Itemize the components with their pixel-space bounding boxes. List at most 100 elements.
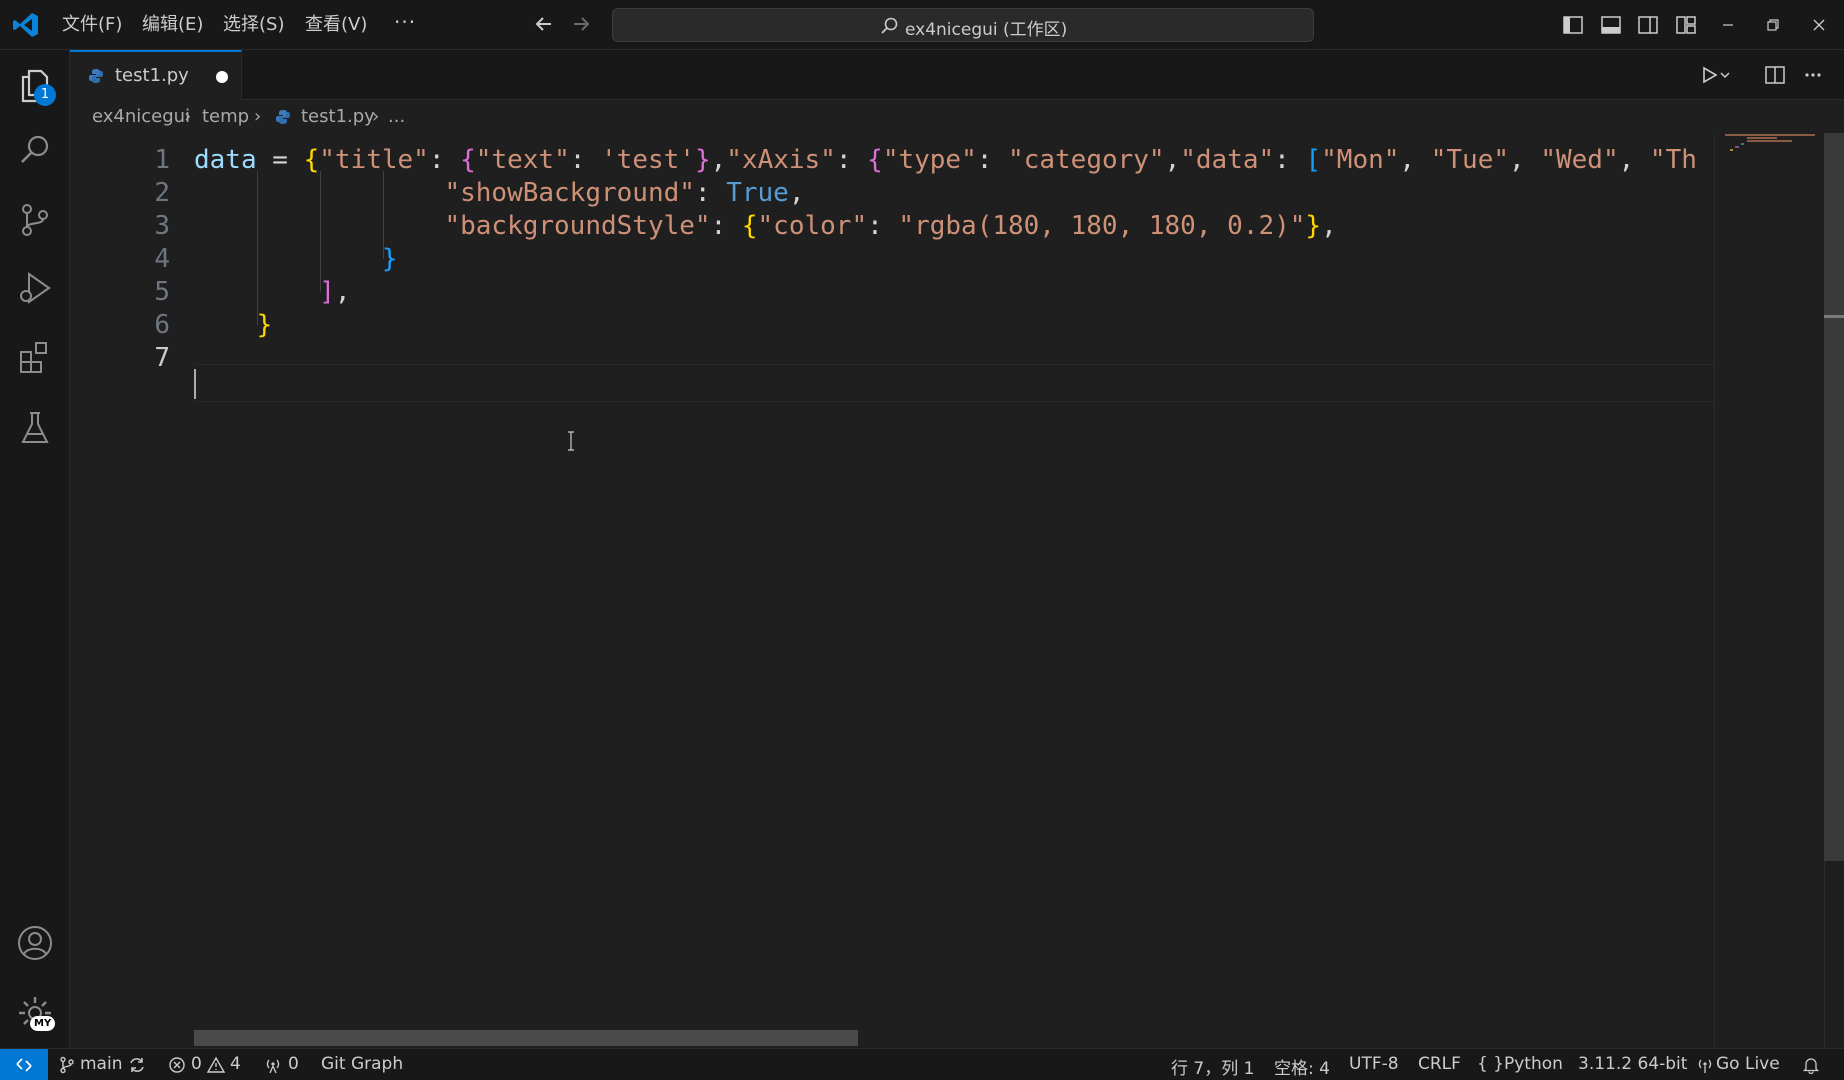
command-center-search[interactable]: ex4nicegui (工作区): [612, 8, 1314, 42]
code-token: :: [428, 145, 461, 175]
python-interpreter[interactable]: 3.11.2 64-bit: [1578, 1054, 1687, 1074]
toggle-secondary-sidebar-icon[interactable]: [1637, 14, 1659, 36]
code-token: 'test': [601, 145, 695, 175]
search-icon[interactable]: [15, 130, 55, 170]
code-editor[interactable]: 1234567 data = {"title": {"text": 'test'…: [70, 133, 1714, 1048]
close-icon[interactable]: [1808, 14, 1830, 36]
remote-indicator-button[interactable]: [0, 1049, 48, 1080]
code-token: "color": [757, 211, 868, 241]
code-token: :: [694, 178, 727, 208]
vertical-scrollbar-thumb[interactable]: [1824, 133, 1844, 861]
breadcrumb-file[interactable]: test1.py: [301, 106, 375, 127]
code-token: "data": [1180, 145, 1275, 175]
line-number: 3: [154, 211, 170, 241]
code-token: "title": [319, 145, 429, 175]
code-token: :: [710, 211, 742, 241]
run-and-debug-icon[interactable]: [15, 268, 55, 308]
extensions-icon[interactable]: [15, 338, 55, 378]
split-editor-icon[interactable]: [1764, 64, 1786, 86]
source-control-icon[interactable]: [15, 200, 55, 240]
encoding-status[interactable]: UTF-8: [1349, 1054, 1399, 1074]
more-actions-icon[interactable]: [1802, 64, 1824, 86]
language-mode[interactable]: Python: [1504, 1054, 1563, 1074]
menu-more-button[interactable]: ···: [394, 10, 416, 34]
code-token: "rgba(180, 180, 180, 0.2)": [898, 211, 1306, 241]
cursor-position[interactable]: 行 7，列 1: [1171, 1054, 1254, 1079]
scrollbar-cursor-marker: [1824, 315, 1844, 318]
code-token: :: [976, 145, 1009, 175]
menu-selection[interactable]: 选择(S): [223, 13, 284, 37]
code-line: ],: [194, 277, 351, 307]
code-token: "Tue": [1430, 145, 1510, 175]
breadcrumb-folder-temp[interactable]: temp: [202, 106, 249, 127]
tab-label: test1.py: [115, 65, 189, 86]
menu-file[interactable]: 文件(F): [62, 13, 122, 37]
line-number: 4: [154, 244, 170, 274]
code-token: }: [381, 244, 398, 274]
code-token: True: [726, 178, 789, 208]
git-branch-status[interactable]: main: [80, 1054, 122, 1074]
code-token: }: [256, 310, 273, 340]
current-line-highlight: [194, 364, 1714, 402]
toggle-primary-sidebar-icon[interactable]: [1562, 14, 1584, 36]
python-file-icon: [276, 110, 290, 124]
warning-count[interactable]: 4: [230, 1054, 241, 1074]
breadcrumb-folder-root[interactable]: ex4nicegui: [92, 106, 190, 127]
menu-view[interactable]: 查看(V): [305, 13, 367, 37]
run-python-file-icon[interactable]: [1698, 64, 1720, 86]
testing-icon[interactable]: [15, 408, 55, 448]
code-line: }: [194, 310, 273, 340]
customize-layout-icon[interactable]: [1675, 14, 1697, 36]
code-token: "xAxis": [726, 145, 836, 175]
code-token: "type": [882, 145, 977, 175]
warning-icon: [207, 1056, 225, 1073]
git-graph-button[interactable]: Git Graph: [321, 1054, 403, 1074]
command-center-label: ex4nicegui (工作区): [905, 20, 1068, 40]
git-branch-icon: [60, 1056, 74, 1074]
notifications-bell-icon[interactable]: [1802, 1056, 1820, 1074]
remote-icon: [16, 1058, 32, 1072]
search-icon: [881, 17, 898, 34]
braces-icon: { }: [1477, 1054, 1505, 1074]
breadcrumb-symbols[interactable]: ...: [388, 106, 405, 127]
error-icon: [169, 1057, 185, 1073]
go-live-button[interactable]: Go Live: [1716, 1054, 1780, 1074]
error-count[interactable]: 0: [191, 1054, 202, 1074]
text-cursor: [194, 369, 196, 399]
tab-test1-py[interactable]: test1.py: [70, 50, 242, 100]
eol-status[interactable]: CRLF: [1418, 1054, 1461, 1074]
unsaved-dot-icon[interactable]: [216, 71, 228, 83]
restore-icon[interactable]: [1762, 14, 1784, 36]
code-token: {: [460, 145, 476, 175]
code-token: ,: [334, 277, 351, 307]
minimize-icon[interactable]: [1717, 14, 1739, 36]
title-bar: 文件(F) 编辑(E) 选择(S) 查看(V) ··· ex4nicegui (…: [0, 0, 1844, 50]
code-token: {: [303, 145, 320, 175]
toggle-panel-icon[interactable]: [1600, 14, 1622, 36]
code-line: }: [194, 244, 398, 274]
run-dropdown-chevron-icon[interactable]: [1718, 64, 1732, 86]
ports-broadcast-icon: [266, 1059, 280, 1074]
indentation-status[interactable]: 空格: 4: [1274, 1054, 1330, 1079]
code-token: ,: [710, 145, 727, 175]
code-token: }: [1305, 211, 1322, 241]
code-token: "Wed": [1540, 145, 1619, 175]
minimap[interactable]: [1714, 133, 1824, 1048]
horizontal-scrollbar-thumb[interactable]: [194, 1030, 858, 1046]
forward-arrow-icon[interactable]: [568, 11, 594, 37]
ports-count[interactable]: 0: [288, 1054, 299, 1074]
menu-edit[interactable]: 编辑(E): [142, 13, 203, 37]
back-arrow-icon[interactable]: [531, 11, 557, 37]
line-number: 7: [154, 343, 170, 373]
breadcrumb-chevron-icon: ›: [372, 106, 380, 127]
minimap-preview: [1725, 134, 1815, 151]
sync-icon[interactable]: [128, 1056, 146, 1074]
code-line: data = {"title": {"text": 'test'},"xAxis…: [194, 145, 1697, 175]
explorer-badge: 1: [34, 84, 56, 106]
code-token: ,: [1321, 211, 1337, 241]
accounts-icon[interactable]: [15, 923, 55, 963]
go-live-broadcast-icon: [1698, 1059, 1712, 1073]
